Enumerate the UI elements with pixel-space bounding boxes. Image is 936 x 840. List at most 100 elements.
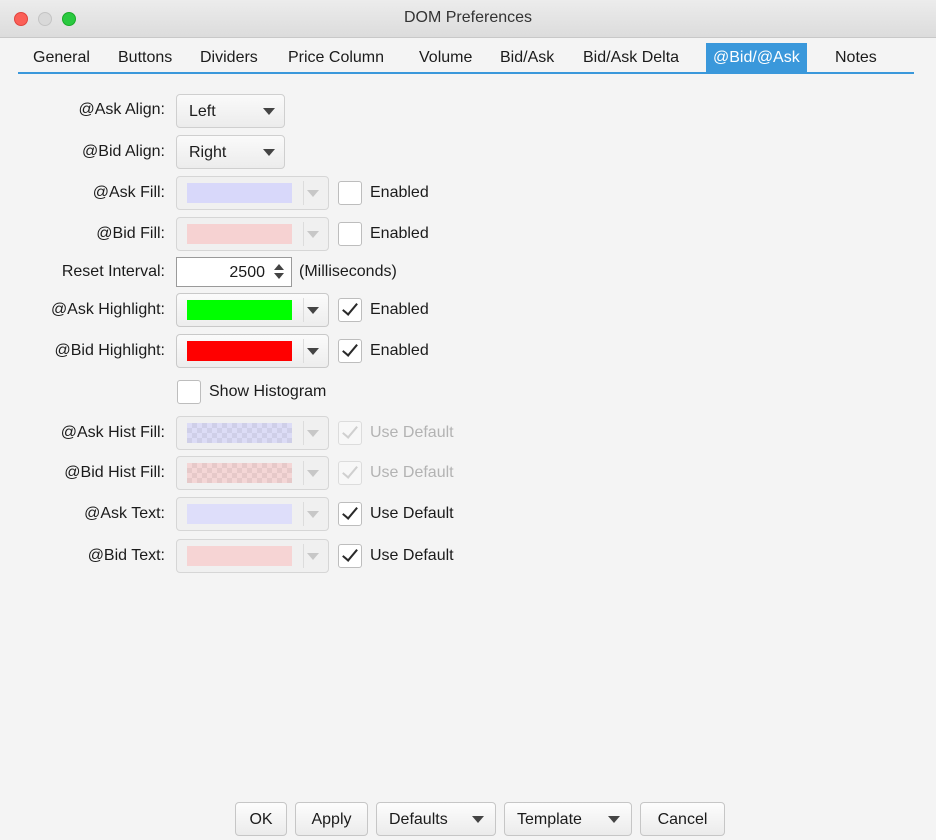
chevron-down-icon	[307, 553, 319, 560]
bid-align-select[interactable]: Right	[176, 135, 285, 169]
checkmark-icon	[342, 299, 358, 316]
tab-at-bid-at-ask[interactable]: @Bid/@Ask	[706, 43, 807, 73]
tab-bid-ask-delta[interactable]: Bid/Ask Delta	[576, 43, 686, 73]
tab-bid-ask[interactable]: Bid/Ask	[493, 43, 561, 73]
chevron-down-icon	[608, 816, 620, 823]
ask-highlight-enabled-label: Enabled	[370, 301, 429, 318]
chevron-down-icon	[307, 430, 319, 437]
divider	[303, 544, 304, 568]
ask-hist-fill-swatch	[187, 423, 292, 443]
spin-down-icon[interactable]	[274, 273, 284, 279]
bid-fill-enabled-checkbox[interactable]	[338, 222, 362, 246]
ask-fill-label: @Ask Fill:	[92, 184, 165, 201]
bid-hist-fill-use-default-label: Use Default	[370, 464, 454, 481]
apply-button-label: Apply	[311, 811, 352, 828]
ask-text-swatch	[187, 504, 292, 524]
tab-underline	[18, 72, 914, 74]
divider	[303, 222, 304, 246]
bid-text-use-default-checkbox[interactable]	[338, 544, 362, 568]
ask-text-use-default-checkbox[interactable]	[338, 502, 362, 526]
divider	[303, 339, 304, 363]
checkmark-icon	[342, 462, 358, 479]
checkmark-icon	[342, 340, 358, 357]
tab-buttons[interactable]: Buttons	[111, 43, 179, 73]
template-menu-button[interactable]: Template	[504, 802, 632, 836]
bid-highlight-enabled-checkbox[interactable]	[338, 339, 362, 363]
bid-fill-color-picker[interactable]	[176, 217, 329, 251]
bid-highlight-color-picker[interactable]	[176, 334, 329, 368]
bid-highlight-label: @Bid Highlight:	[54, 342, 165, 359]
show-histogram-label: Show Histogram	[209, 383, 327, 400]
bid-hist-fill-swatch	[187, 463, 292, 483]
ask-align-label: @Ask Align:	[78, 101, 166, 118]
ask-fill-enabled-checkbox[interactable]	[338, 181, 362, 205]
dom-preferences-window: DOM Preferences General Buttons Dividers…	[0, 0, 936, 840]
tab-notes[interactable]: Notes	[828, 43, 884, 73]
chevron-down-icon	[307, 470, 319, 477]
bid-align-label: @Bid Align:	[82, 143, 165, 160]
bid-hist-fill-color-picker[interactable]	[176, 456, 329, 490]
chevron-down-icon	[307, 231, 319, 238]
chevron-down-icon	[307, 307, 319, 314]
ask-align-select[interactable]: Left	[176, 94, 285, 128]
bid-text-swatch	[187, 546, 292, 566]
reset-interval-value: 2500	[229, 264, 265, 281]
ask-align-value: Left	[189, 103, 216, 120]
reset-interval-label: Reset Interval:	[61, 263, 165, 280]
ask-text-label: @Ask Text:	[84, 505, 165, 522]
chevron-down-icon	[307, 190, 319, 197]
reset-interval-unit: (Milliseconds)	[299, 263, 397, 280]
bid-fill-swatch	[187, 224, 292, 244]
divider	[303, 298, 304, 322]
ask-fill-enabled-label: Enabled	[370, 184, 429, 201]
bid-fill-enabled-label: Enabled	[370, 225, 429, 242]
ask-highlight-enabled-checkbox[interactable]	[338, 298, 362, 322]
tab-volume[interactable]: Volume	[412, 43, 479, 73]
apply-button[interactable]: Apply	[295, 802, 368, 836]
divider	[303, 461, 304, 485]
ask-hist-fill-label: @Ask Hist Fill:	[60, 424, 165, 441]
ask-hist-fill-use-default-checkbox[interactable]	[338, 421, 362, 445]
window-title: DOM Preferences	[403, 9, 533, 26]
bid-hist-fill-label: @Bid Hist Fill:	[64, 464, 165, 481]
ask-fill-color-picker[interactable]	[176, 176, 329, 210]
spin-up-icon[interactable]	[274, 264, 284, 270]
bid-align-value: Right	[189, 144, 227, 161]
chevron-down-icon	[263, 149, 275, 156]
ask-highlight-swatch	[187, 300, 292, 320]
ok-button-label: OK	[249, 811, 273, 828]
chevron-down-icon	[307, 511, 319, 518]
bid-text-color-picker[interactable]	[176, 539, 329, 573]
divider	[303, 181, 304, 205]
reset-interval-spinner[interactable]: 2500	[176, 257, 292, 287]
bid-hist-fill-use-default-checkbox[interactable]	[338, 461, 362, 485]
chevron-down-icon	[472, 816, 484, 823]
show-histogram-checkbox[interactable]	[177, 380, 201, 404]
bid-text-label: @Bid Text:	[87, 547, 165, 564]
checkmark-icon	[342, 545, 358, 562]
ask-highlight-color-picker[interactable]	[176, 293, 329, 327]
title-bar: DOM Preferences	[0, 0, 936, 38]
cancel-button[interactable]: Cancel	[640, 802, 725, 836]
divider	[303, 502, 304, 526]
checkmark-icon	[342, 503, 358, 520]
chevron-down-icon	[307, 348, 319, 355]
defaults-menu-button[interactable]: Defaults	[376, 802, 496, 836]
bid-highlight-enabled-label: Enabled	[370, 342, 429, 359]
tab-dividers[interactable]: Dividers	[193, 43, 265, 73]
ok-button[interactable]: OK	[235, 802, 287, 836]
ask-hist-fill-color-picker[interactable]	[176, 416, 329, 450]
ask-text-use-default-label: Use Default	[370, 505, 454, 522]
bid-text-use-default-label: Use Default	[370, 547, 454, 564]
ask-fill-swatch	[187, 183, 292, 203]
chevron-down-icon	[263, 108, 275, 115]
tab-price-column[interactable]: Price Column	[281, 43, 391, 73]
ask-text-color-picker[interactable]	[176, 497, 329, 531]
divider	[303, 421, 304, 445]
cancel-button-label: Cancel	[657, 811, 708, 828]
bid-fill-label: @Bid Fill:	[96, 225, 165, 242]
tab-general[interactable]: General	[26, 43, 97, 73]
ask-highlight-label: @Ask Highlight:	[50, 301, 165, 318]
checkmark-icon	[342, 422, 358, 439]
bid-highlight-swatch	[187, 341, 292, 361]
